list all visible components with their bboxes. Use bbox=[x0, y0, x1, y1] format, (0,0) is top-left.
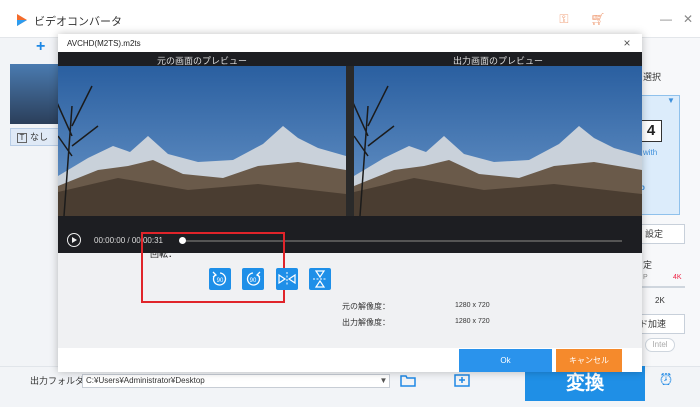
flip-vertical-button[interactable] bbox=[309, 268, 331, 290]
rotate-right-90-text: 90 bbox=[250, 278, 257, 284]
res-mid-label: 2K bbox=[655, 296, 665, 305]
format-number: 4 bbox=[640, 120, 662, 142]
app-title: ビデオコンバータ bbox=[34, 16, 122, 28]
time-separator: / bbox=[127, 236, 130, 245]
format-brand: with bbox=[643, 148, 658, 157]
flip-horizontal-icon bbox=[278, 272, 296, 286]
rotate-left-90-text: 90 bbox=[217, 278, 224, 284]
output-preview-image bbox=[354, 66, 642, 216]
res-low-label: P bbox=[643, 274, 648, 281]
ok-button[interactable]: Ok bbox=[459, 349, 552, 372]
output-preview-header: 出力画面のプレビュー bbox=[452, 56, 543, 66]
quality-label: 定 bbox=[643, 260, 653, 270]
output-resolution-label: 出力解像度： bbox=[342, 318, 390, 327]
close-icon[interactable]: ✕ bbox=[679, 10, 697, 28]
close-icon[interactable]: × bbox=[620, 36, 634, 50]
chevron-down-icon[interactable]: ▼ bbox=[377, 374, 390, 388]
rotate-left-90-button[interactable]: 90 bbox=[209, 268, 231, 290]
subtitle-value: なし bbox=[30, 132, 49, 142]
preview-divider bbox=[346, 66, 354, 216]
video-logo-icon bbox=[17, 14, 27, 26]
current-time: 00:00:00 bbox=[94, 236, 126, 245]
title-bar: ビデオコンバータ ⚿ 🛒︎ — ✕ bbox=[0, 0, 700, 38]
original-resolution-label: 元の解像度： bbox=[342, 302, 390, 311]
rotate-left-90-icon: 90 bbox=[212, 271, 227, 286]
alarm-icon[interactable]: ⏰︎ bbox=[657, 372, 675, 392]
text-icon: T bbox=[17, 133, 27, 143]
dialog-title: AVCHD(M2TS).m2ts bbox=[67, 39, 141, 48]
rotate-label: 回転： bbox=[150, 249, 178, 259]
output-folder-input[interactable]: C:¥Users¥Administrator¥Desktop bbox=[82, 374, 390, 388]
play-button[interactable] bbox=[67, 233, 81, 247]
cancel-button[interactable]: キャンセル bbox=[556, 349, 622, 372]
folder-icon[interactable] bbox=[400, 373, 416, 387]
res-high-label: 4K bbox=[673, 274, 682, 281]
file-thumbnail[interactable] bbox=[10, 64, 60, 124]
original-resolution-value: 1280 x 720 bbox=[455, 302, 490, 309]
rotate-right-90-button[interactable]: 90 bbox=[242, 268, 264, 290]
original-preview-header: 元の画面のプレビュー bbox=[156, 56, 247, 66]
cart-icon[interactable]: 🛒︎ bbox=[590, 11, 606, 27]
folder-merge-icon[interactable] bbox=[454, 373, 470, 387]
chevron-down-icon[interactable]: ▼ bbox=[667, 96, 675, 105]
rotate-right-90-icon: 90 bbox=[246, 271, 261, 286]
original-preview-image bbox=[58, 66, 346, 216]
flip-vertical-icon bbox=[313, 270, 327, 288]
format-select-label: 選択 bbox=[643, 72, 662, 82]
flip-horizontal-button[interactable] bbox=[276, 268, 298, 290]
intel-toggle[interactable]: Intel bbox=[645, 338, 675, 352]
subtitle-selector[interactable]: T なし bbox=[10, 128, 60, 146]
output-resolution-value: 1280 x 720 bbox=[455, 318, 490, 325]
key-icon[interactable]: ⚿ bbox=[556, 11, 572, 27]
minimize-icon[interactable]: — bbox=[657, 10, 675, 28]
preview-area: 元の画面のプレビュー 出力画面のプレビュー 00:00:00 / 00:00:3… bbox=[58, 52, 642, 253]
